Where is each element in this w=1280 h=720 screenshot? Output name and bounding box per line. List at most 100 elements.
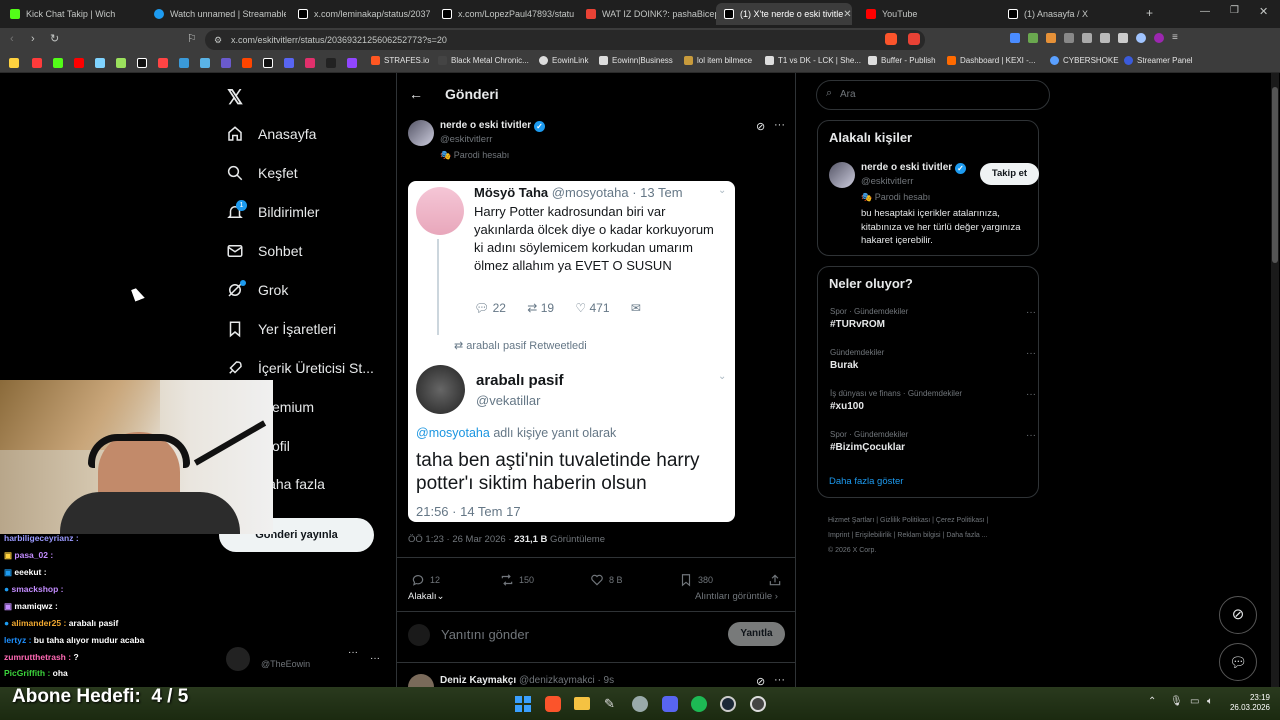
bookmark-page-icon[interactable]: ⚐: [187, 32, 197, 45]
search-box[interactable]: ⌕ Ara: [816, 80, 1050, 110]
menu-icon[interactable]: ≡: [1172, 33, 1182, 43]
extension-icon[interactable]: [1064, 33, 1074, 43]
puzzle-icon[interactable]: [1082, 33, 1092, 43]
account-menu-icon[interactable]: ···: [370, 653, 380, 664]
minimize-icon[interactable]: —: [1200, 6, 1210, 17]
reply-author-avatar[interactable]: [408, 674, 434, 687]
more-options-icon[interactable]: ···: [774, 674, 785, 686]
brave-shield-icon[interactable]: [885, 33, 897, 45]
app-icon[interactable]: [632, 696, 648, 712]
url-field[interactable]: ⚙ x.com/eskitvitlerr/status/203693212560…: [205, 30, 925, 50]
nav-home[interactable]: Anasayfa: [226, 121, 316, 147]
profile-icon[interactable]: [1136, 33, 1146, 43]
leo-icon[interactable]: [1154, 33, 1164, 43]
nav-grok[interactable]: Grok: [226, 277, 288, 303]
grok-explain-icon[interactable]: ⊘: [756, 675, 765, 687]
nav-bookmarks[interactable]: Yer İşaretleri: [226, 316, 336, 342]
more-icon[interactable]: ···: [1026, 389, 1036, 400]
author-name[interactable]: nerde o eski tivitler ✓: [440, 120, 545, 132]
bookmark-icon[interactable]: [74, 58, 84, 68]
bookmark-item[interactable]: Black Metal Chronic...: [438, 56, 529, 65]
discord-icon[interactable]: [662, 696, 678, 712]
bookmark-action[interactable]: 380: [679, 573, 713, 587]
author-handle[interactable]: @eskitvitlerr: [440, 134, 492, 145]
trend-item[interactable]: Gündemdekiler Burak ···: [830, 348, 1036, 371]
bookmark-icon[interactable]: [95, 58, 105, 68]
bookmark-item[interactable]: STRAFES.io: [371, 56, 429, 65]
bookmark-icon[interactable]: [347, 58, 357, 68]
messages-float-icon[interactable]: 💬︎: [1219, 643, 1257, 681]
bookmark-icon[interactable]: [200, 58, 210, 68]
view-quotes-link[interactable]: Alıntıları görüntüle ›: [695, 591, 778, 602]
bookmark-icon[interactable]: [158, 58, 168, 68]
obs-icon[interactable]: [750, 696, 766, 712]
post-image[interactable]: Mösyö Taha @mosyotaha · 13 Tem ⌄ Harry P…: [408, 181, 735, 522]
bookmark-item[interactable]: EowinLink: [539, 56, 588, 65]
volume-icon[interactable]: 🔈︎: [1207, 696, 1213, 707]
network-icon[interactable]: ▭: [1190, 696, 1199, 707]
reply-author[interactable]: Deniz Kaymakçı @denizkaymakci · 9s: [440, 675, 614, 686]
bookmark-icon[interactable]: [221, 58, 231, 68]
person-name[interactable]: nerde o eski tivitler ✓: [861, 162, 966, 174]
extension-icon[interactable]: [1046, 33, 1056, 43]
bookmark-item[interactable]: Buffer - Publish: [868, 56, 936, 65]
more-icon[interactable]: ···: [348, 647, 358, 658]
bookmark-icon[interactable]: [242, 58, 252, 68]
bookmark-icon[interactable]: [263, 58, 273, 68]
bookmark-icon[interactable]: [53, 58, 63, 68]
extension-icon[interactable]: [1028, 33, 1038, 43]
grok-float-icon[interactable]: ⊘: [1219, 596, 1257, 634]
bookmark-icon[interactable]: [32, 58, 42, 68]
reply-action[interactable]: 12: [411, 573, 440, 587]
browser-tab[interactable]: x.com/leminakap/status/20371: [290, 3, 430, 25]
x-logo-icon[interactable]: 𝕏: [227, 85, 243, 110]
reload-icon[interactable]: ↻: [50, 32, 59, 45]
bookmark-item[interactable]: CYBERSHOKE: [1050, 56, 1119, 65]
browser-tab-active[interactable]: (1) X'te nerde o eski tivitle ✕: [716, 3, 852, 25]
browser-tab[interactable]: Watch unnamed | Streamable: [146, 3, 286, 25]
wallet-icon[interactable]: [1118, 33, 1128, 43]
repost-action[interactable]: 150: [500, 573, 534, 587]
bookmark-icon[interactable]: [116, 58, 126, 68]
site-info-icon[interactable]: ⚙: [214, 30, 222, 50]
new-tab-icon[interactable]: +: [1146, 6, 1153, 20]
mic-icon[interactable]: 🎙︎: [1170, 696, 1183, 707]
more-icon[interactable]: ···: [1026, 348, 1036, 359]
close-window-icon[interactable]: ✕: [1259, 5, 1268, 18]
like-action[interactable]: 8 B: [590, 573, 623, 587]
bookmark-icon[interactable]: [9, 58, 19, 68]
trend-item[interactable]: Spor · Gündemdekiler #BizimÇocuklar ···: [830, 430, 1036, 453]
sort-relevant-dropdown[interactable]: Alakalı⌄: [408, 591, 444, 602]
more-icon[interactable]: ···: [1026, 430, 1036, 441]
reply-button[interactable]: Yanıtla: [728, 622, 785, 646]
forward-icon[interactable]: ›: [31, 33, 35, 45]
bookmark-icon[interactable]: [326, 58, 336, 68]
browser-tab[interactable]: x.com/LopezPaul47893/status/: [434, 3, 574, 25]
rewards-icon[interactable]: [908, 33, 920, 45]
reply-input[interactable]: Yanıtını gönder: [441, 627, 529, 642]
bookmark-icon[interactable]: [305, 58, 315, 68]
bookmark-item[interactable]: Streamer Panel: [1124, 56, 1193, 65]
clock[interactable]: 23:19 26.03.2026: [1226, 693, 1270, 713]
close-tab-icon[interactable]: ✕: [843, 9, 851, 20]
bookmark-item[interactable]: T1 vs DK - LCK | She...: [765, 56, 861, 65]
share-action[interactable]: [768, 573, 787, 587]
trend-item[interactable]: Spor · Gündemdekiler #TURvROM ···: [830, 307, 1036, 330]
tray-chevron-icon[interactable]: ⌃: [1148, 696, 1156, 707]
nav-creator-studio[interactable]: İçerik Üreticisi St...: [226, 355, 374, 381]
person-avatar[interactable]: [829, 162, 855, 188]
nav-messages[interactable]: Sohbet: [226, 238, 302, 264]
browser-tab[interactable]: WAT IZ DOINK?: pashaBiceps: [578, 3, 718, 25]
bookmark-icon[interactable]: [179, 58, 189, 68]
maximize-icon[interactable]: ❐: [1230, 5, 1239, 16]
account-avatar[interactable]: [226, 647, 250, 671]
grok-explain-icon[interactable]: ⊘: [756, 120, 765, 133]
bookmark-item[interactable]: Dashboard | KEXI -...: [947, 56, 1035, 65]
file-explorer-icon[interactable]: [574, 697, 590, 710]
bookmark-icon[interactable]: [137, 58, 147, 68]
bookmark-icon[interactable]: [284, 58, 294, 68]
sidebar-icon[interactable]: [1100, 33, 1110, 43]
browser-tab[interactable]: (1) Anasayfa / X: [1000, 3, 1140, 25]
steam-icon[interactable]: [720, 696, 736, 712]
extension-icon[interactable]: [1010, 33, 1020, 43]
